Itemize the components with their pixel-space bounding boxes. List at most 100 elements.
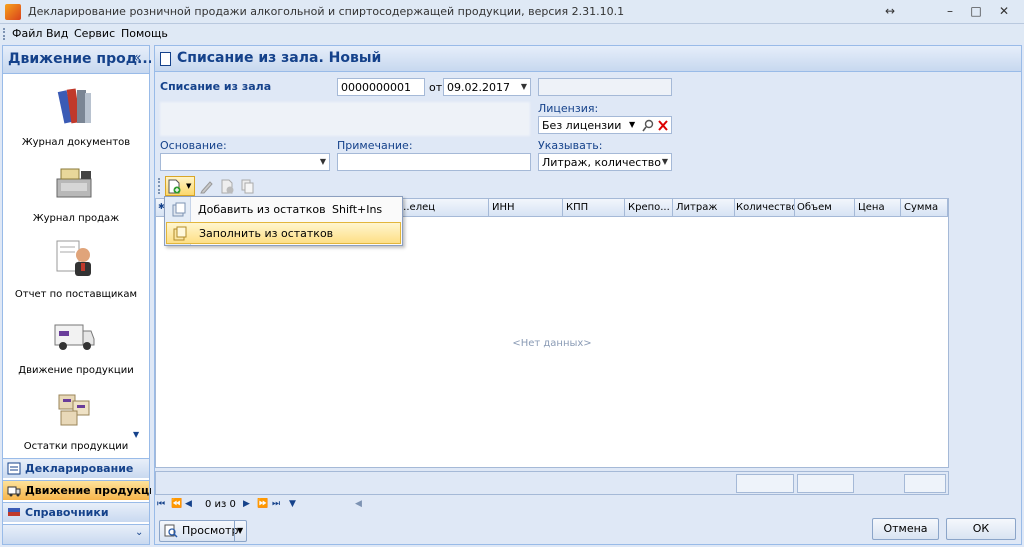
ok-button[interactable]: ОК (946, 518, 1016, 540)
license-label: Лицензия: (538, 102, 599, 115)
column-header[interactable]: Объем (797, 202, 852, 213)
add-row-dropdown-button[interactable]: ▼ (165, 176, 195, 196)
filter-icon[interactable]: ▼ (289, 499, 296, 509)
edit-icon[interactable] (200, 179, 214, 194)
last-record-icon[interactable]: ⏭ (272, 499, 280, 509)
nav-item-sales-journal[interactable]: Журнал продаж (3, 159, 149, 235)
search-icon[interactable] (642, 119, 654, 132)
cancel-button[interactable]: Отмена (872, 518, 939, 540)
group-label: Справочники (25, 506, 109, 519)
group-declaration[interactable]: Декларирование (3, 458, 149, 478)
cash-register-icon (56, 168, 92, 198)
books-icon (57, 88, 91, 124)
menu-view[interactable]: Вид (46, 27, 68, 40)
next-page-icon[interactable]: ⏩ (257, 499, 268, 509)
document-title: Списание из зала. Новый (177, 50, 382, 66)
license-select[interactable]: Без лицензии ▼ (538, 116, 672, 134)
nav-item-product-stock[interactable]: Остатки продукции (3, 387, 149, 463)
column-separator (947, 199, 948, 217)
next-record-icon[interactable]: ▶ (243, 499, 250, 509)
note-input[interactable] (337, 153, 531, 171)
doc-number-field[interactable]: 0000000001 (337, 78, 425, 96)
indicate-select[interactable]: Литраж, количество ▼ (538, 153, 672, 171)
footer-cell-volume (797, 474, 854, 493)
column-header[interactable]: КПП (566, 202, 624, 213)
basis-select[interactable]: ▼ (160, 153, 330, 171)
menu-help[interactable]: Помощь (121, 27, 168, 40)
column-header[interactable]: Крепо... (628, 202, 672, 213)
footer-cell-quantity (736, 474, 794, 493)
group-label: Движение продукции (25, 484, 165, 497)
nav-item-product-movement[interactable]: Движение продукции (3, 311, 149, 387)
copy-icon[interactable] (241, 179, 255, 194)
grid-footer (155, 471, 949, 495)
column-header[interactable]: Литраж (676, 202, 734, 213)
prev-page-icon[interactable]: ⏪ (171, 499, 182, 509)
column-header[interactable]: Цена (858, 202, 900, 213)
navigation-pane: Движение прод... « Журнал документов Жур… (2, 45, 165, 545)
document-icon (160, 52, 171, 66)
column-header[interactable]: ИНН (492, 202, 560, 213)
column-header[interactable]: Количество (736, 202, 794, 213)
organization-info-redacted (160, 102, 530, 136)
column-separator (624, 199, 625, 217)
delivery-van-icon (54, 324, 95, 350)
prev-record-icon[interactable]: ◀ (185, 499, 192, 509)
supplier-report-icon (56, 240, 91, 276)
document-pane: Списание из зала. Новый Списание из зала… (154, 45, 1022, 545)
footer-cell-sum (904, 474, 946, 493)
group-label: Декларирование (25, 462, 134, 475)
menu-item-fill-from-stock[interactable]: Заполнить из остатков (166, 222, 401, 244)
first-record-icon[interactable]: ⏮ (157, 499, 165, 509)
scroll-left-icon[interactable]: ◀ (355, 499, 362, 509)
column-separator (562, 199, 563, 217)
column-separator (488, 199, 489, 217)
menu-item-label: Добавить из остатков (198, 203, 326, 216)
group-product-movement[interactable]: Движение продукции (3, 480, 165, 500)
add-document-icon (168, 179, 181, 194)
menu-service[interactable]: Сервис (74, 27, 115, 40)
menu-item-add-from-stock[interactable]: Добавить из остатков Shift+Ins (166, 199, 401, 221)
menu-item-shortcut: Shift+Ins (332, 203, 383, 216)
scroll-down-icon[interactable]: ▼ (133, 430, 139, 439)
configure-buttons-icon[interactable]: ⌄ (135, 527, 143, 538)
preview-button[interactable]: Просмотр ▼ (159, 520, 247, 542)
window-title-bar: Декларирование розничной продажи алкогол… (0, 0, 1024, 24)
maximize-button[interactable]: □ (962, 2, 990, 20)
column-header[interactable]: ...елец (400, 202, 486, 213)
license-value: Без лицензии (542, 119, 622, 132)
doc-date-field[interactable]: 09.02.2017 ▼ (443, 78, 531, 96)
fill-from-stock-icon (173, 226, 187, 241)
group-references[interactable]: Справочники (3, 502, 149, 522)
close-button[interactable]: ✕ (990, 2, 1018, 20)
chevron-down-icon: ▼ (186, 182, 192, 190)
menu-file[interactable]: Файл (12, 27, 42, 40)
column-header[interactable]: Сумма (904, 202, 946, 213)
chevron-down-icon[interactable]: ▼ (521, 82, 527, 91)
menu-grip (3, 28, 5, 40)
chevron-down-icon[interactable]: ▼ (320, 157, 326, 166)
basis-label: Основание: (160, 139, 227, 152)
nav-item-label: Остатки продукции (23, 441, 129, 452)
column-separator (794, 199, 795, 217)
clear-icon[interactable] (657, 119, 669, 132)
minimize-button[interactable]: – (936, 2, 964, 20)
indicate-value: Литраж, количество (542, 156, 661, 169)
nav-item-label: Движение продукции (18, 365, 134, 376)
boxes-icon (58, 394, 90, 426)
preview-icon (164, 524, 178, 538)
chevron-down-icon[interactable]: ▼ (662, 157, 668, 166)
app-icon (5, 4, 21, 20)
nav-item-document-journal[interactable]: Журнал документов (3, 83, 149, 159)
delete-row-icon[interactable] (221, 179, 235, 194)
nav-item-supplier-report[interactable]: Отчет по поставщикам (3, 235, 149, 311)
add-row-menu: Добавить из остатков Shift+Ins Заполнить… (164, 196, 403, 246)
chevron-down-icon[interactable]: ▼ (237, 521, 243, 541)
indicate-label: Указывать: (538, 139, 603, 152)
column-separator (734, 199, 735, 217)
resize-icon[interactable]: ↔ (876, 2, 904, 20)
nav-item-label: Журнал продаж (32, 213, 120, 224)
doc-date-value: 09.02.2017 (447, 81, 510, 94)
chevron-down-icon[interactable]: ▼ (629, 120, 635, 129)
collapse-pane-button[interactable]: « (133, 50, 142, 66)
